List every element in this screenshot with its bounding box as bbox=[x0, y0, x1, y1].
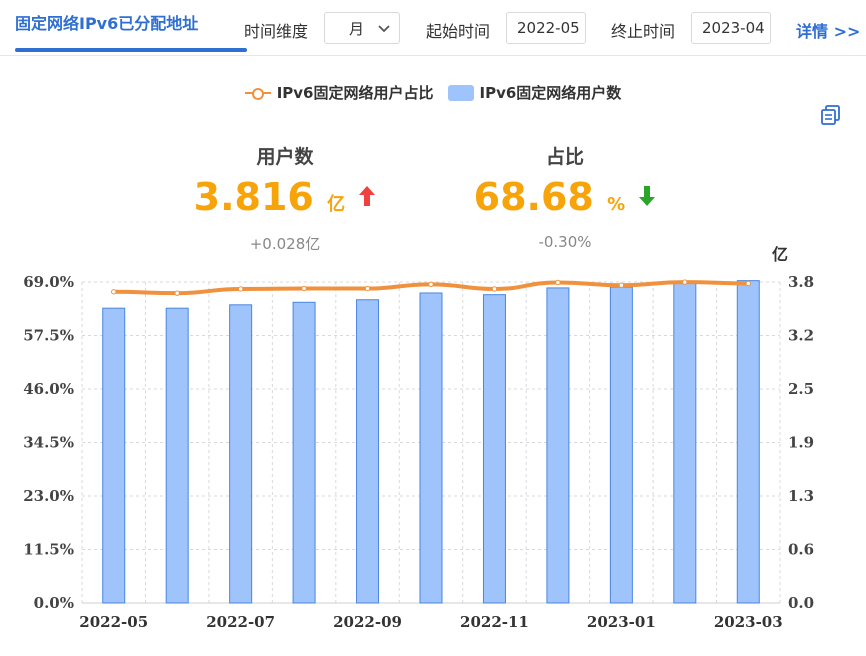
ratio-point bbox=[555, 279, 561, 286]
ratio-point bbox=[491, 286, 498, 292]
details-link[interactable]: 详情 >> bbox=[796, 18, 860, 42]
ratio-point bbox=[364, 285, 371, 292]
users-bar bbox=[419, 292, 443, 604]
y-left-tick-label: 11.5% bbox=[23, 541, 74, 559]
users-ratio-chart: 亿 0.0% 0.0 11.5% 0.6 23.0% 1.3 34.5% 1.9 46.0% 2.… bbox=[23, 245, 814, 631]
ratio-point bbox=[174, 290, 180, 296]
time-dimension-label: 时间维度 bbox=[244, 22, 309, 41]
chart-legend: IPv6固定网络用户占比 IPv6固定网络用户数 bbox=[0, 82, 866, 103]
y-right-tick-label: 2.5 bbox=[788, 380, 814, 398]
end-time-input[interactable]: 2023-04 bbox=[691, 12, 771, 44]
y-right-tick-label: 1.3 bbox=[788, 487, 814, 505]
y-right-tick-label: 3.8 bbox=[788, 273, 814, 291]
ratio-point bbox=[428, 281, 434, 288]
y-left-tick-label: 46.0% bbox=[23, 380, 74, 398]
x-tick-label: 2022-07 bbox=[206, 613, 275, 631]
chevron-down-icon bbox=[378, 25, 390, 33]
legend-users-label: IPv6固定网络用户数 bbox=[479, 84, 622, 102]
users-stat-value-row: 3.816 亿 bbox=[180, 175, 390, 219]
ratio-point bbox=[682, 279, 688, 285]
users-bar bbox=[673, 282, 697, 604]
users-bar bbox=[736, 280, 760, 604]
x-tick-label: 2023-03 bbox=[714, 613, 783, 631]
users-bar bbox=[229, 304, 253, 604]
y-left-tick-label: 34.5% bbox=[23, 434, 74, 452]
y-right-tick-label: 1.9 bbox=[788, 434, 814, 452]
ratio-stat-value-row: 68.68 % bbox=[460, 175, 670, 219]
y-left-tick-label: 69.0% bbox=[23, 273, 74, 291]
users-bar bbox=[356, 299, 380, 604]
copy-icon[interactable] bbox=[820, 104, 842, 126]
users-bar bbox=[165, 307, 189, 604]
start-time-input[interactable]: 2022-05 bbox=[506, 12, 586, 44]
ratio-stat: 占比 68.68 % -0.30% bbox=[460, 142, 670, 251]
users-bar bbox=[102, 307, 126, 604]
ratio-stat-value: 68.68 bbox=[473, 175, 594, 219]
start-time-label: 起始时间 bbox=[426, 22, 491, 41]
ratio-point bbox=[237, 286, 244, 292]
users-bar bbox=[546, 287, 570, 604]
users-bar bbox=[292, 301, 316, 604]
tab-ipv6-fixed-address[interactable]: 固定网络IPv6已分配地址 bbox=[15, 10, 198, 34]
y-right-tick-label: 3.2 bbox=[788, 327, 814, 345]
x-tick-label: 2022-09 bbox=[333, 613, 402, 631]
ratio-point bbox=[745, 280, 751, 287]
ratio-point bbox=[301, 285, 307, 292]
x-tick-label: 2022-11 bbox=[460, 613, 529, 631]
ratio-point bbox=[111, 289, 117, 295]
time-dimension-select[interactable]: 月 bbox=[324, 12, 400, 44]
y-right-tick-label: 0.0 bbox=[788, 594, 814, 612]
time-dimension-value: 月 bbox=[349, 19, 365, 38]
arrow-down-icon bbox=[639, 186, 656, 206]
legend-item-ratio[interactable]: IPv6固定网络用户占比 bbox=[244, 82, 434, 103]
x-tick-label: 2022-05 bbox=[79, 613, 148, 631]
x-tick-label: 2023-01 bbox=[587, 613, 656, 631]
users-bar bbox=[482, 294, 506, 604]
line-legend-icon bbox=[244, 87, 271, 100]
y-left-tick-label: 57.5% bbox=[23, 327, 74, 345]
users-stat-title: 用户数 bbox=[256, 146, 314, 168]
y-right-tick-label: 0.6 bbox=[788, 541, 814, 559]
legend-item-users[interactable]: IPv6固定网络用户数 bbox=[447, 82, 622, 103]
right-axis-unit: 亿 bbox=[772, 245, 788, 264]
users-bar bbox=[609, 286, 633, 604]
tab-underline bbox=[15, 48, 247, 52]
legend-ratio-label: IPv6固定网络用户占比 bbox=[276, 84, 434, 102]
y-left-tick-label: 0.0% bbox=[34, 594, 74, 612]
end-time-label: 终止时间 bbox=[611, 22, 676, 41]
arrow-up-icon bbox=[359, 186, 376, 206]
ratio-stat-unit: % bbox=[607, 194, 626, 215]
y-left-tick-label: 23.0% bbox=[23, 487, 74, 505]
users-stat-value: 3.816 bbox=[193, 175, 314, 219]
top-bar: 固定网络IPv6已分配地址 时间维度 月 起始时间 2022-05 终止时间 2… bbox=[0, 0, 866, 56]
ratio-point bbox=[618, 282, 625, 288]
bar-legend-icon bbox=[447, 84, 474, 101]
users-stat-unit: 亿 bbox=[327, 194, 346, 215]
ratio-stat-title: 占比 bbox=[545, 146, 584, 168]
